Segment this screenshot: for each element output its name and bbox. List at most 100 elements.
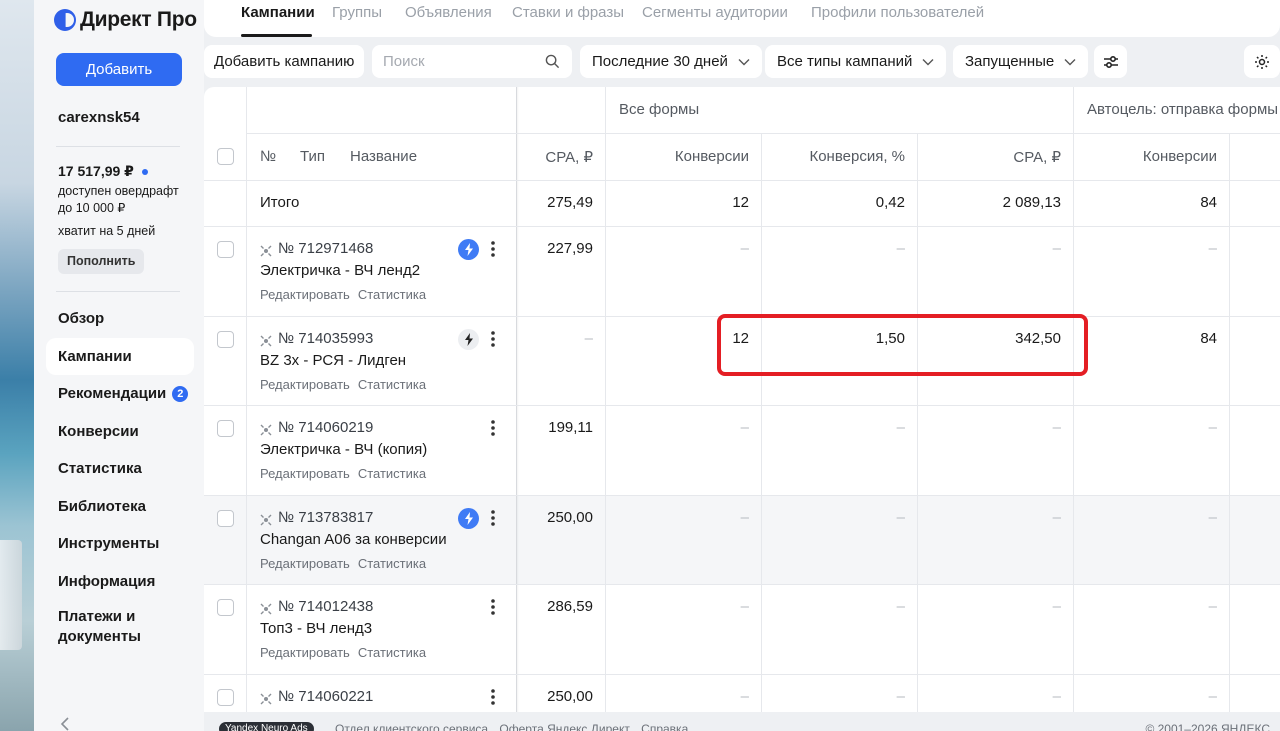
more-vertical-icon[interactable]: [491, 598, 495, 616]
sidebar-item-label: Кампании: [58, 347, 132, 365]
sidebar-item-conversions[interactable]: Конверсии: [46, 413, 194, 451]
settings-button[interactable]: [1244, 45, 1280, 78]
campaign-name-link[interactable]: BZ 3x - РСЯ - Лидген: [260, 352, 406, 369]
statistics-link[interactable]: Статистика: [358, 466, 426, 481]
sidebar-item-campaigns[interactable]: Кампании: [46, 337, 194, 375]
copyright: © 2001–2026 ЯНДЕКС: [1145, 722, 1270, 731]
campaign-number: № 714060221: [278, 688, 374, 705]
add-button[interactable]: Добавить: [56, 53, 182, 86]
row-checkbox[interactable]: [217, 331, 234, 348]
edit-link[interactable]: Редактировать: [260, 466, 350, 481]
column-divider: [761, 134, 762, 712]
autostrategy-bolt-icon[interactable]: [458, 508, 479, 529]
column-header-name[interactable]: Название: [350, 148, 417, 165]
more-vertical-icon[interactable]: [491, 240, 495, 258]
sidebar-nav: Обзор Кампании Рекомендации 2 Конверсии С…: [46, 300, 194, 654]
more-vertical-icon[interactable]: [491, 688, 495, 706]
sidebar-item-label: Библиотека: [58, 497, 146, 515]
tab-campaigns[interactable]: Кампании: [241, 4, 315, 21]
tab-groups[interactable]: Группы: [332, 4, 382, 21]
chevron-left-icon[interactable]: [60, 716, 70, 731]
conversion-rate-cell: –: [896, 598, 905, 615]
statistics-link[interactable]: Статистика: [358, 287, 426, 302]
sliders-icon: [1103, 55, 1118, 68]
sidebar-item-tools[interactable]: Инструменты: [46, 525, 194, 563]
conversions-cell: –: [740, 598, 749, 615]
overdraft-info: доступен овердрафт до 10 000 ₽: [58, 184, 179, 215]
total-cpa-forms: 2 089,13: [1002, 194, 1061, 211]
footer-link[interactable]: Оферта Яндекс Директ: [499, 722, 629, 731]
search-input[interactable]: [372, 45, 532, 78]
highlight-annotation: [717, 314, 1088, 376]
campaign-name-link[interactable]: Changan A06 за конверсии: [260, 531, 447, 548]
statistics-link[interactable]: Статистика: [358, 377, 426, 392]
more-vertical-icon[interactable]: [491, 419, 495, 437]
logo-icon: [54, 9, 76, 31]
sidebar-item-payments[interactable]: Платежи и документы: [46, 600, 194, 654]
edit-link[interactable]: Редактировать: [260, 377, 350, 392]
tab-ads[interactable]: Объявления: [405, 4, 492, 21]
tab-segments[interactable]: Сегменты аудитории: [642, 4, 788, 21]
period-select[interactable]: Последние 30 дней: [580, 45, 762, 78]
column-header-cpa[interactable]: CPA, ₽: [524, 148, 593, 166]
column-header-conversion-rate[interactable]: Конверсия, %: [770, 148, 905, 165]
campaign-name-link[interactable]: Электричка - ВЧ (копия): [260, 441, 427, 458]
sidebar-item-library[interactable]: Библиотека: [46, 488, 194, 526]
sidebar-item-statistics[interactable]: Статистика: [46, 450, 194, 488]
column-header-autogoal-conversions[interactable]: Конверсии: [1082, 148, 1217, 165]
campaign-type-icon: [260, 423, 272, 436]
footer-link[interactable]: Отдел клиентского сервиса: [335, 722, 488, 731]
column-header-type[interactable]: Тип: [300, 148, 325, 165]
logo-text: Директ Про: [80, 8, 197, 31]
period-value: Последние 30 дней: [592, 53, 728, 70]
total-label: Итого: [260, 194, 300, 211]
campaign-name-link[interactable]: Топ3 - ВЧ ленд3: [260, 620, 372, 637]
logo[interactable]: Директ Про: [54, 8, 197, 32]
more-vertical-icon[interactable]: [491, 330, 495, 348]
footer-link[interactable]: Справка: [641, 722, 688, 731]
sidebar-item-recommendations[interactable]: Рекомендации 2: [46, 375, 194, 413]
row-checkbox[interactable]: [217, 599, 234, 616]
autostrategy-bolt-icon[interactable]: [458, 329, 479, 350]
autogoal-conversions-cell: 84: [1200, 330, 1217, 347]
autostrategy-bolt-icon[interactable]: [458, 239, 479, 260]
campaign-name-link[interactable]: Электричка - ВЧ ленд2: [260, 262, 420, 279]
status-select[interactable]: Запущенные: [953, 45, 1089, 78]
group-header-all-forms: Все формы: [619, 101, 700, 118]
select-all-checkbox[interactable]: [217, 148, 234, 165]
cpa-cell: 199,11: [548, 419, 593, 436]
column-header-conversions[interactable]: Конверсии: [614, 148, 749, 165]
add-campaign-button[interactable]: Добавить кампанию: [204, 45, 365, 78]
edit-link[interactable]: Редактировать: [260, 645, 350, 660]
row-checkbox[interactable]: [217, 510, 234, 527]
more-vertical-icon[interactable]: [491, 509, 495, 527]
search-box[interactable]: [372, 45, 572, 78]
row-checkbox[interactable]: [217, 241, 234, 258]
total-conversions: 12: [732, 194, 749, 211]
statistics-link[interactable]: Статистика: [358, 556, 426, 571]
tab-bids[interactable]: Ставки и фразы: [512, 4, 624, 21]
row-divider: [204, 226, 1280, 227]
campaign-actions: Редактировать Статистика: [260, 287, 434, 302]
sidebar-item-overview[interactable]: Обзор: [46, 300, 194, 338]
footer-logo[interactable]: Yandex Neuro Ads: [219, 722, 314, 731]
cpa-forms-cell: –: [1052, 509, 1061, 526]
balance-value: 17 517,99 ₽: [58, 163, 134, 179]
conversions-cell: –: [740, 419, 749, 436]
sidebar-item-information[interactable]: Информация: [46, 563, 194, 601]
column-header-cpa-forms[interactable]: CPA, ₽: [926, 148, 1061, 166]
account-login[interactable]: carexnsk54: [58, 109, 140, 126]
row-checkbox[interactable]: [217, 420, 234, 437]
filters-button[interactable]: [1094, 45, 1127, 78]
topup-button[interactable]: Пополнить: [58, 249, 145, 274]
row-divider: [204, 180, 1280, 181]
campaign-type-select[interactable]: Все типы кампаний: [765, 45, 947, 78]
tab-profiles[interactable]: Профили пользователей: [811, 4, 984, 21]
campaign-actions: Редактировать Статистика: [260, 556, 434, 571]
column-header-number[interactable]: №: [260, 148, 276, 165]
edit-link[interactable]: Редактировать: [260, 556, 350, 571]
statistics-link[interactable]: Статистика: [358, 645, 426, 660]
row-checkbox[interactable]: [217, 689, 234, 706]
balance: 17 517,99 ₽: [58, 163, 148, 180]
edit-link[interactable]: Редактировать: [260, 287, 350, 302]
